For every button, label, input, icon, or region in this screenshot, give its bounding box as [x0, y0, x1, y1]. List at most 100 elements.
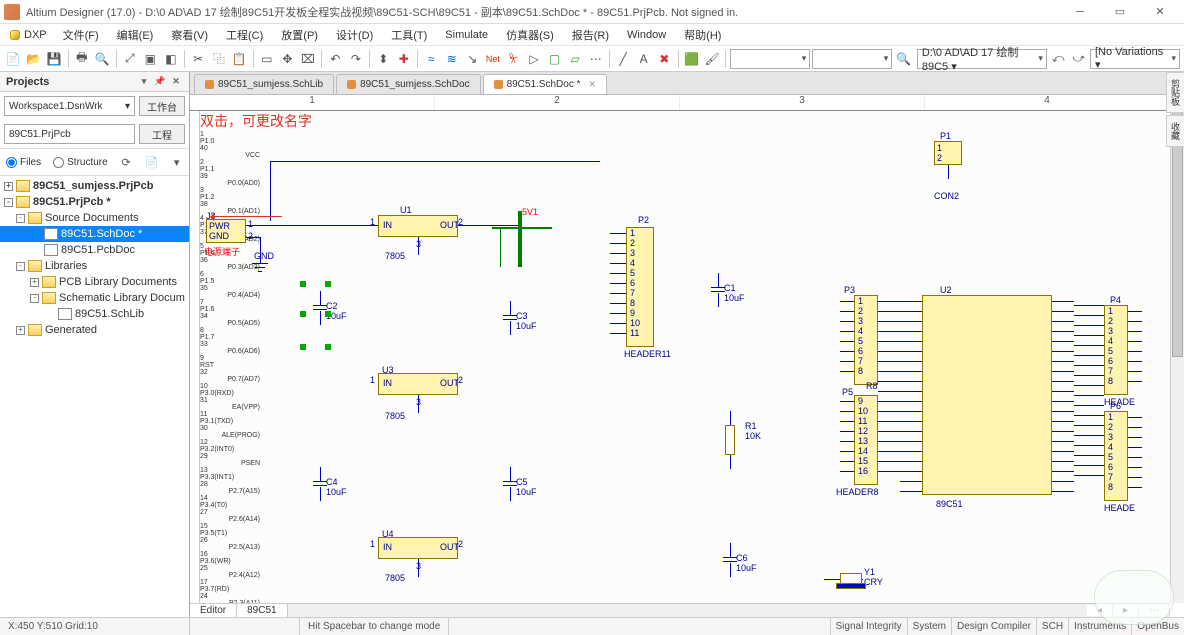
- tb-busentry[interactable]: ↘: [463, 48, 482, 70]
- tb-select[interactable]: ▭: [258, 48, 277, 70]
- tb-paste[interactable]: 📋: [230, 48, 249, 70]
- tb-port[interactable]: ▱: [566, 48, 585, 70]
- tab-schdoc2[interactable]: 89C51.SchDoc *✕: [483, 74, 607, 94]
- project-button[interactable]: 工程: [139, 124, 185, 144]
- tree-node[interactable]: -Libraries: [0, 258, 189, 274]
- dxp-label: DXP: [24, 29, 47, 41]
- status-hint: Hit Spacebar to change mode: [300, 618, 449, 635]
- tb-part[interactable]: ▷: [525, 48, 544, 70]
- tb-save[interactable]: 💾: [45, 48, 64, 70]
- statusbar: X:450 Y:510 Grid:10 Hit Spacebar to chan…: [0, 617, 1184, 635]
- tb-open[interactable]: 📂: [25, 48, 44, 70]
- maximize-button[interactable]: ▭: [1100, 1, 1140, 23]
- sb-sch[interactable]: SCH: [1036, 618, 1068, 635]
- menu-design[interactable]: 设计(D): [328, 24, 381, 46]
- dxp-menu[interactable]: DXP: [4, 27, 53, 43]
- schematic-canvas[interactable]: 1234 J3PWRGND12电源端子GND双击，可更改名字U1INOUT123…: [190, 94, 1184, 617]
- tree-node[interactable]: 89C51.SchLib: [0, 306, 189, 322]
- tb-text[interactable]: A: [634, 48, 653, 70]
- tb-new[interactable]: 📄: [4, 48, 23, 70]
- tb-power[interactable]: ⏧: [504, 48, 523, 70]
- tb-undo[interactable]: ↶: [326, 48, 345, 70]
- tb-hierarchy[interactable]: ⬍: [374, 48, 393, 70]
- tree-node[interactable]: 89C51.PcbDoc: [0, 242, 189, 258]
- tb-deselect[interactable]: ⌧: [299, 48, 318, 70]
- sb-compiler[interactable]: Design Compiler: [951, 618, 1036, 635]
- tb-mask[interactable]: 🟩: [682, 48, 701, 70]
- tree-node[interactable]: -Schematic Library Docum: [0, 290, 189, 306]
- tree-node[interactable]: -89C51.PrjPcb *: [0, 194, 189, 210]
- tree-node[interactable]: +89C51_sumjess.PrjPcb: [0, 178, 189, 194]
- menu-view[interactable]: 察看(V): [163, 24, 216, 46]
- page-icon[interactable]: 📄: [145, 153, 159, 171]
- menu-edit[interactable]: 编辑(E): [109, 24, 162, 46]
- close-button[interactable]: ✕: [1140, 1, 1180, 23]
- tb-cross[interactable]: ✚: [395, 48, 414, 70]
- tb-redo[interactable]: ↷: [347, 48, 366, 70]
- tb-move[interactable]: ✥: [278, 48, 297, 70]
- panel-pin-icon[interactable]: 📌: [153, 75, 167, 89]
- refresh-icon[interactable]: ⟳: [120, 153, 133, 171]
- tree-node[interactable]: +Generated: [0, 322, 189, 338]
- tb-combo1[interactable]: [730, 49, 810, 69]
- editor-area: 89C51_sumjess.SchLib 89C51_sumjess.SchDo…: [190, 72, 1184, 617]
- menu-place[interactable]: 放置(P): [273, 24, 326, 46]
- menu-simulate[interactable]: Simulate: [437, 26, 496, 44]
- tb-line[interactable]: ╱: [614, 48, 633, 70]
- side-favorites[interactable]: 收藏: [1166, 115, 1184, 147]
- tb-brush[interactable]: 🖌: [703, 48, 722, 70]
- tb-preview[interactable]: 🔍: [93, 48, 112, 70]
- panel-menu-icon[interactable]: ▾: [137, 75, 151, 89]
- radio-structure[interactable]: Structure: [53, 157, 108, 168]
- menu-file[interactable]: 文件(F): [55, 24, 107, 46]
- ruler-horizontal: 1234: [190, 95, 1170, 111]
- menu-help[interactable]: 帮助(H): [676, 24, 729, 46]
- tree-node[interactable]: -Source Documents: [0, 210, 189, 226]
- tab-schdoc1[interactable]: 89C51_sumjess.SchDoc: [336, 74, 481, 94]
- tb-wire[interactable]: ≈: [422, 48, 441, 70]
- sheet-tab[interactable]: 89C51: [237, 604, 287, 617]
- panel-close-icon[interactable]: ✕: [169, 75, 183, 89]
- tb-copy[interactable]: ⿻: [210, 48, 229, 70]
- tb-netlabel[interactable]: Net: [484, 48, 503, 70]
- menu-reports[interactable]: 报告(R): [564, 24, 617, 46]
- menu-window[interactable]: Window: [619, 26, 674, 44]
- tb-zoom-sel[interactable]: ◧: [162, 48, 181, 70]
- tb-bus[interactable]: ≋: [442, 48, 461, 70]
- tb-print[interactable]: 🖶: [73, 48, 92, 70]
- tree-node[interactable]: +PCB Library Documents: [0, 274, 189, 290]
- tree-node[interactable]: 89C51.SchDoc *: [0, 226, 189, 242]
- tb-cut[interactable]: ✂: [189, 48, 208, 70]
- mascot-icon: [1094, 570, 1174, 625]
- tb-combo2[interactable]: [812, 49, 892, 69]
- tb-find[interactable]: 🔍: [894, 48, 913, 70]
- workspace-button[interactable]: 工作台: [139, 96, 185, 116]
- tb-zoom-region[interactable]: ⤢: [120, 48, 139, 70]
- sb-signal[interactable]: Signal Integrity: [830, 618, 907, 635]
- menu-project[interactable]: 工程(C): [218, 24, 271, 46]
- tb-variations[interactable]: [No Variations ▾: [1090, 49, 1180, 69]
- scrollbar-vertical[interactable]: [1170, 111, 1184, 603]
- tab-close-icon[interactable]: ✕: [589, 79, 597, 90]
- editor-tab[interactable]: Editor: [190, 604, 237, 617]
- tb-sheet[interactable]: ▢: [545, 48, 564, 70]
- tb-nav-back[interactable]: ⤺: [1049, 48, 1068, 70]
- menu-simulator[interactable]: 仿真器(S): [498, 24, 562, 46]
- tb-more[interactable]: ⋯: [586, 48, 605, 70]
- tb-nav-fwd[interactable]: ⤻: [1069, 48, 1088, 70]
- project-field[interactable]: 89C51.PrjPcb: [4, 124, 135, 144]
- tb-x[interactable]: ✖: [655, 48, 674, 70]
- workspace-combo[interactable]: Workspace1.DsnWrk▾: [4, 96, 135, 116]
- menu-tools[interactable]: 工具(T): [383, 24, 435, 46]
- sb-system[interactable]: System: [907, 618, 951, 635]
- menubar: DXP 文件(F) 编辑(E) 察看(V) 工程(C) 放置(P) 设计(D) …: [0, 24, 1184, 46]
- project-tree[interactable]: +89C51_sumjess.PrjPcb-89C51.PrjPcb *-Sou…: [0, 176, 189, 617]
- schematic-sheet[interactable]: J3PWRGND12电源端子GND双击，可更改名字U1INOUT12378055…: [200, 111, 1170, 603]
- radio-files[interactable]: Files: [6, 157, 41, 168]
- minimize-button[interactable]: ─: [1060, 1, 1100, 23]
- options-icon[interactable]: ▾: [170, 153, 183, 171]
- tb-path-combo[interactable]: D:\0 AD\AD 17 绘制89C5 ▾: [917, 49, 1047, 69]
- tb-zoom-fit[interactable]: ▣: [141, 48, 160, 70]
- tab-schlib[interactable]: 89C51_sumjess.SchLib: [194, 74, 334, 94]
- side-clipboard[interactable]: 剪贴板: [1166, 72, 1184, 113]
